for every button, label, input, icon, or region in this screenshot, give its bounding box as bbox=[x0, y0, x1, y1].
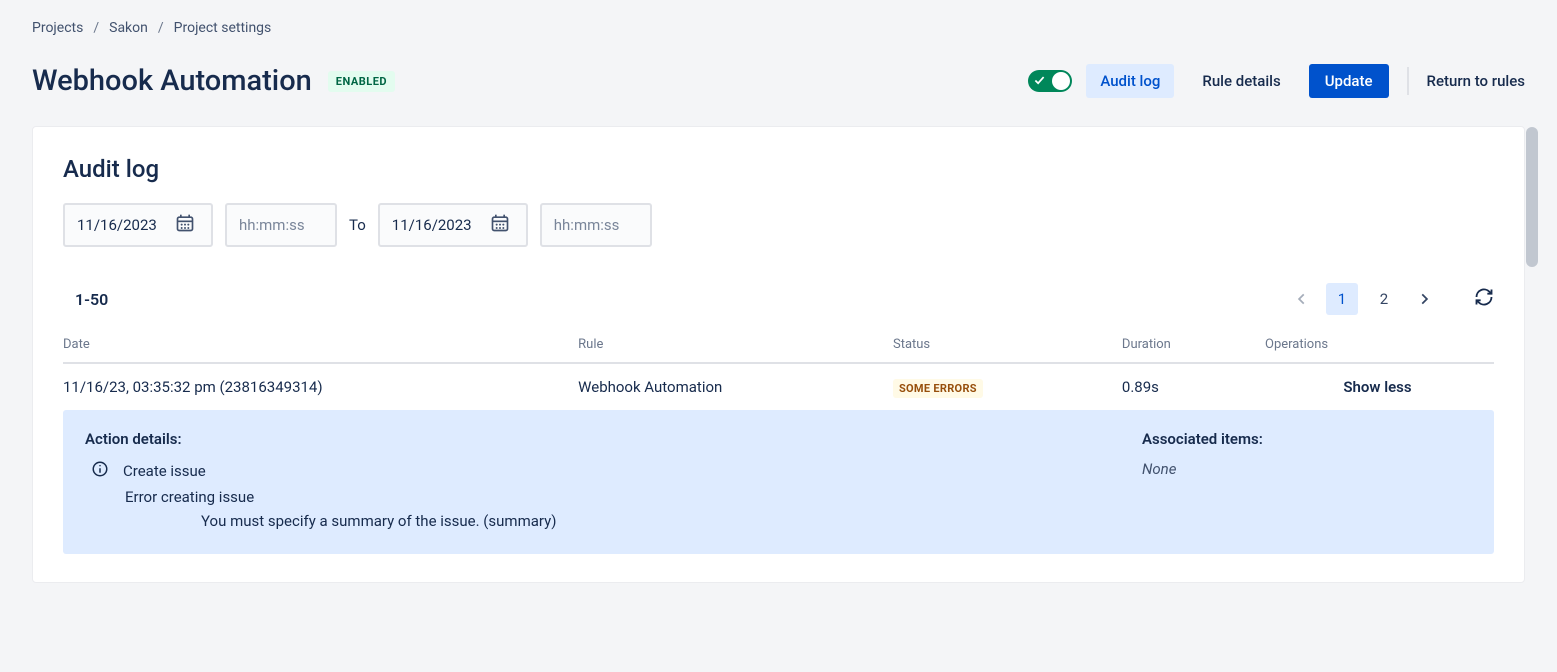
col-status: Status bbox=[893, 329, 1122, 363]
to-date-input[interactable] bbox=[378, 203, 528, 247]
from-date-input[interactable] bbox=[63, 203, 213, 247]
refresh-button[interactable] bbox=[1474, 287, 1494, 311]
rule-enabled-toggle[interactable] bbox=[1028, 70, 1072, 92]
page-title: Webhook Automation bbox=[32, 64, 312, 98]
col-date: Date bbox=[63, 329, 578, 363]
action-details-panel: Action details: Create issue Error creat… bbox=[63, 410, 1494, 554]
breadcrumb-projects[interactable]: Projects bbox=[32, 20, 83, 36]
cell-duration: 0.89s bbox=[1122, 363, 1265, 410]
col-operations: Operations bbox=[1265, 329, 1494, 363]
info-icon bbox=[91, 460, 109, 482]
table-row: 11/16/23, 03:35:32 pm (23816349314) Webh… bbox=[63, 363, 1494, 410]
action-details-header: Action details: bbox=[85, 430, 1082, 448]
associated-items-header: Associated items: bbox=[1142, 430, 1472, 448]
pagination: 1 2 bbox=[1288, 283, 1494, 315]
separator bbox=[1407, 67, 1409, 95]
from-date-field[interactable] bbox=[75, 215, 165, 235]
return-to-rules-link[interactable]: Return to rules bbox=[1427, 72, 1525, 90]
from-time-input[interactable] bbox=[225, 203, 337, 247]
header-actions: Audit log Rule details Update Return to … bbox=[1028, 64, 1525, 98]
to-time-input[interactable] bbox=[540, 203, 652, 247]
breadcrumb-separator: / bbox=[93, 20, 99, 36]
status-badge-enabled: ENABLED bbox=[328, 71, 395, 92]
action-row: Create issue bbox=[91, 460, 1082, 482]
scrollbar[interactable] bbox=[1526, 127, 1538, 267]
calendar-icon bbox=[490, 213, 510, 237]
cell-date: 11/16/23, 03:35:32 pm (23816349314) bbox=[63, 363, 578, 410]
page-header: Webhook Automation ENABLED Audit log Rul… bbox=[32, 64, 1525, 98]
col-duration: Duration bbox=[1122, 329, 1265, 363]
tab-rule-details[interactable]: Rule details bbox=[1188, 64, 1294, 98]
toggle-knob bbox=[1052, 72, 1070, 90]
to-label: To bbox=[349, 216, 366, 234]
tab-audit-log[interactable]: Audit log bbox=[1086, 64, 1174, 98]
calendar-icon bbox=[175, 213, 195, 237]
check-icon bbox=[1034, 75, 1045, 88]
to-date-field[interactable] bbox=[390, 215, 480, 235]
from-time-field[interactable] bbox=[237, 215, 327, 235]
section-title: Audit log bbox=[63, 155, 1494, 183]
pagination-row: 1-50 1 2 bbox=[63, 283, 1494, 315]
date-filters: To bbox=[63, 203, 1494, 247]
associated-items-value: None bbox=[1142, 460, 1472, 478]
breadcrumb: Projects / Sakon / Project settings bbox=[32, 20, 1525, 36]
page-2[interactable]: 2 bbox=[1368, 283, 1400, 315]
cell-operations: Show less bbox=[1265, 363, 1494, 410]
breadcrumb-project-settings[interactable]: Project settings bbox=[174, 20, 272, 36]
next-page-button[interactable] bbox=[1410, 285, 1438, 313]
cell-status: SOME ERRORS bbox=[893, 363, 1122, 410]
page-1[interactable]: 1 bbox=[1326, 283, 1358, 315]
show-less-toggle[interactable]: Show less bbox=[1343, 378, 1411, 396]
update-button[interactable]: Update bbox=[1309, 64, 1389, 98]
cell-rule: Webhook Automation bbox=[578, 363, 893, 410]
audit-log-card: Audit log To bbox=[32, 126, 1525, 583]
table-details-row: Action details: Create issue Error creat… bbox=[63, 410, 1494, 554]
audit-table: Date Rule Status Duration Operations 11/… bbox=[63, 329, 1494, 554]
col-rule: Rule bbox=[578, 329, 893, 363]
error-title: Error creating issue bbox=[125, 488, 1082, 506]
error-message: You must specify a summary of the issue.… bbox=[201, 512, 1082, 530]
prev-page-button[interactable] bbox=[1288, 285, 1316, 313]
action-name: Create issue bbox=[123, 462, 206, 480]
breadcrumb-separator: / bbox=[158, 20, 164, 36]
status-badge-some-errors: SOME ERRORS bbox=[893, 379, 983, 398]
breadcrumb-sakon[interactable]: Sakon bbox=[109, 20, 148, 36]
to-time-field[interactable] bbox=[552, 215, 642, 235]
result-range: 1-50 bbox=[75, 290, 108, 309]
